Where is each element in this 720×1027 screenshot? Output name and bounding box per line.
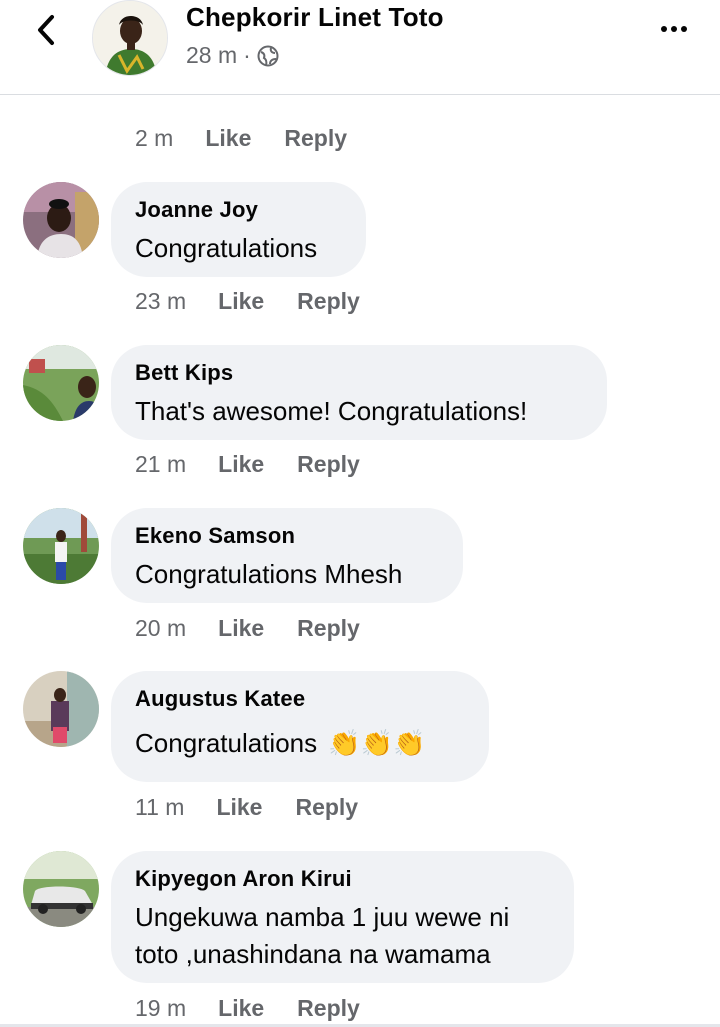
like-button[interactable]: Like: [216, 794, 262, 821]
comment-actions: 2 m Like Reply: [135, 121, 347, 155]
like-button[interactable]: Like: [218, 288, 264, 315]
post-header: Chepkorir Linet Toto 28 m ·: [0, 0, 720, 95]
post-time[interactable]: 28 m: [186, 42, 237, 69]
commenter-avatar[interactable]: [23, 345, 99, 421]
comment-bubble: Ekeno Samson Congratulations Mhesh: [111, 508, 463, 603]
comment-time[interactable]: 21 m: [135, 451, 186, 478]
comment-text-body: Congratulations: [135, 728, 318, 758]
chevron-left-icon: [38, 15, 54, 45]
clapping-hands-icon: 👏👏👏: [328, 728, 426, 758]
like-button[interactable]: Like: [205, 125, 251, 152]
more-dot-icon: [671, 26, 677, 32]
comment-actions: 20 m Like Reply: [135, 611, 360, 645]
commenter-name[interactable]: Ekeno Samson: [135, 523, 439, 549]
comment-text: That's awesome! Congratulations!: [135, 396, 528, 426]
commenter-name[interactable]: Augustus Katee: [135, 686, 465, 712]
commenter-avatar[interactable]: [23, 671, 99, 747]
commenter-avatar[interactable]: [23, 508, 99, 584]
comment-bubble: Augustus Katee Congratulations 👏👏👏: [111, 671, 489, 782]
comment-text-line1: Ungekuwa namba 1 juu wewe ni: [135, 902, 510, 932]
comment-time[interactable]: 19 m: [135, 995, 186, 1022]
reply-button[interactable]: Reply: [295, 794, 358, 821]
comment-time[interactable]: 20 m: [135, 615, 186, 642]
author-avatar[interactable]: [92, 0, 168, 76]
comment-text: Congratulations: [135, 233, 318, 263]
comment-actions: 19 m Like Reply: [135, 991, 360, 1025]
more-dot-icon: [681, 26, 687, 32]
commenter-avatar[interactable]: [23, 851, 99, 927]
commenter-name[interactable]: Bett Kips: [135, 360, 583, 386]
author-name[interactable]: Chepkorir Linet Toto: [186, 2, 444, 33]
comment-text: Congratulations 👏👏👏: [135, 724, 465, 763]
more-dot-icon: [661, 26, 667, 32]
comment-text: Congratulations Mhesh: [135, 559, 403, 589]
like-button[interactable]: Like: [218, 615, 264, 642]
back-button[interactable]: [28, 10, 64, 50]
reply-button[interactable]: Reply: [297, 451, 360, 478]
like-button[interactable]: Like: [218, 995, 264, 1022]
comment-time[interactable]: 23 m: [135, 288, 186, 315]
post-meta: 28 m ·: [186, 42, 279, 69]
comment-actions: 23 m Like Reply: [135, 284, 360, 318]
reply-button[interactable]: Reply: [284, 125, 347, 152]
comment-bubble: Kipyegon Aron Kirui Ungekuwa namba 1 juu…: [111, 851, 574, 983]
comment-time[interactable]: 11 m: [135, 794, 184, 821]
comment-bubble: Bett Kips That's awesome! Congratulation…: [111, 345, 607, 440]
globe-icon: [257, 45, 279, 66]
commenter-name[interactable]: Joanne Joy: [135, 197, 342, 223]
commenter-name[interactable]: Kipyegon Aron Kirui: [135, 866, 550, 892]
meta-separator: ·: [243, 42, 251, 68]
comment-bubble: Joanne Joy Congratulations: [111, 182, 366, 277]
commenter-avatar[interactable]: [23, 182, 99, 258]
comment-actions: 21 m Like Reply: [135, 447, 360, 481]
reply-button[interactable]: Reply: [297, 615, 360, 642]
comment-text-line2: toto ,unashindana na wamama: [135, 939, 491, 969]
comment-time[interactable]: 2 m: [135, 125, 173, 152]
comment-actions: 11 m Like Reply: [135, 790, 358, 824]
reply-button[interactable]: Reply: [297, 995, 360, 1022]
reply-button[interactable]: Reply: [297, 288, 360, 315]
like-button[interactable]: Like: [218, 451, 264, 478]
more-options-button[interactable]: [654, 14, 694, 44]
